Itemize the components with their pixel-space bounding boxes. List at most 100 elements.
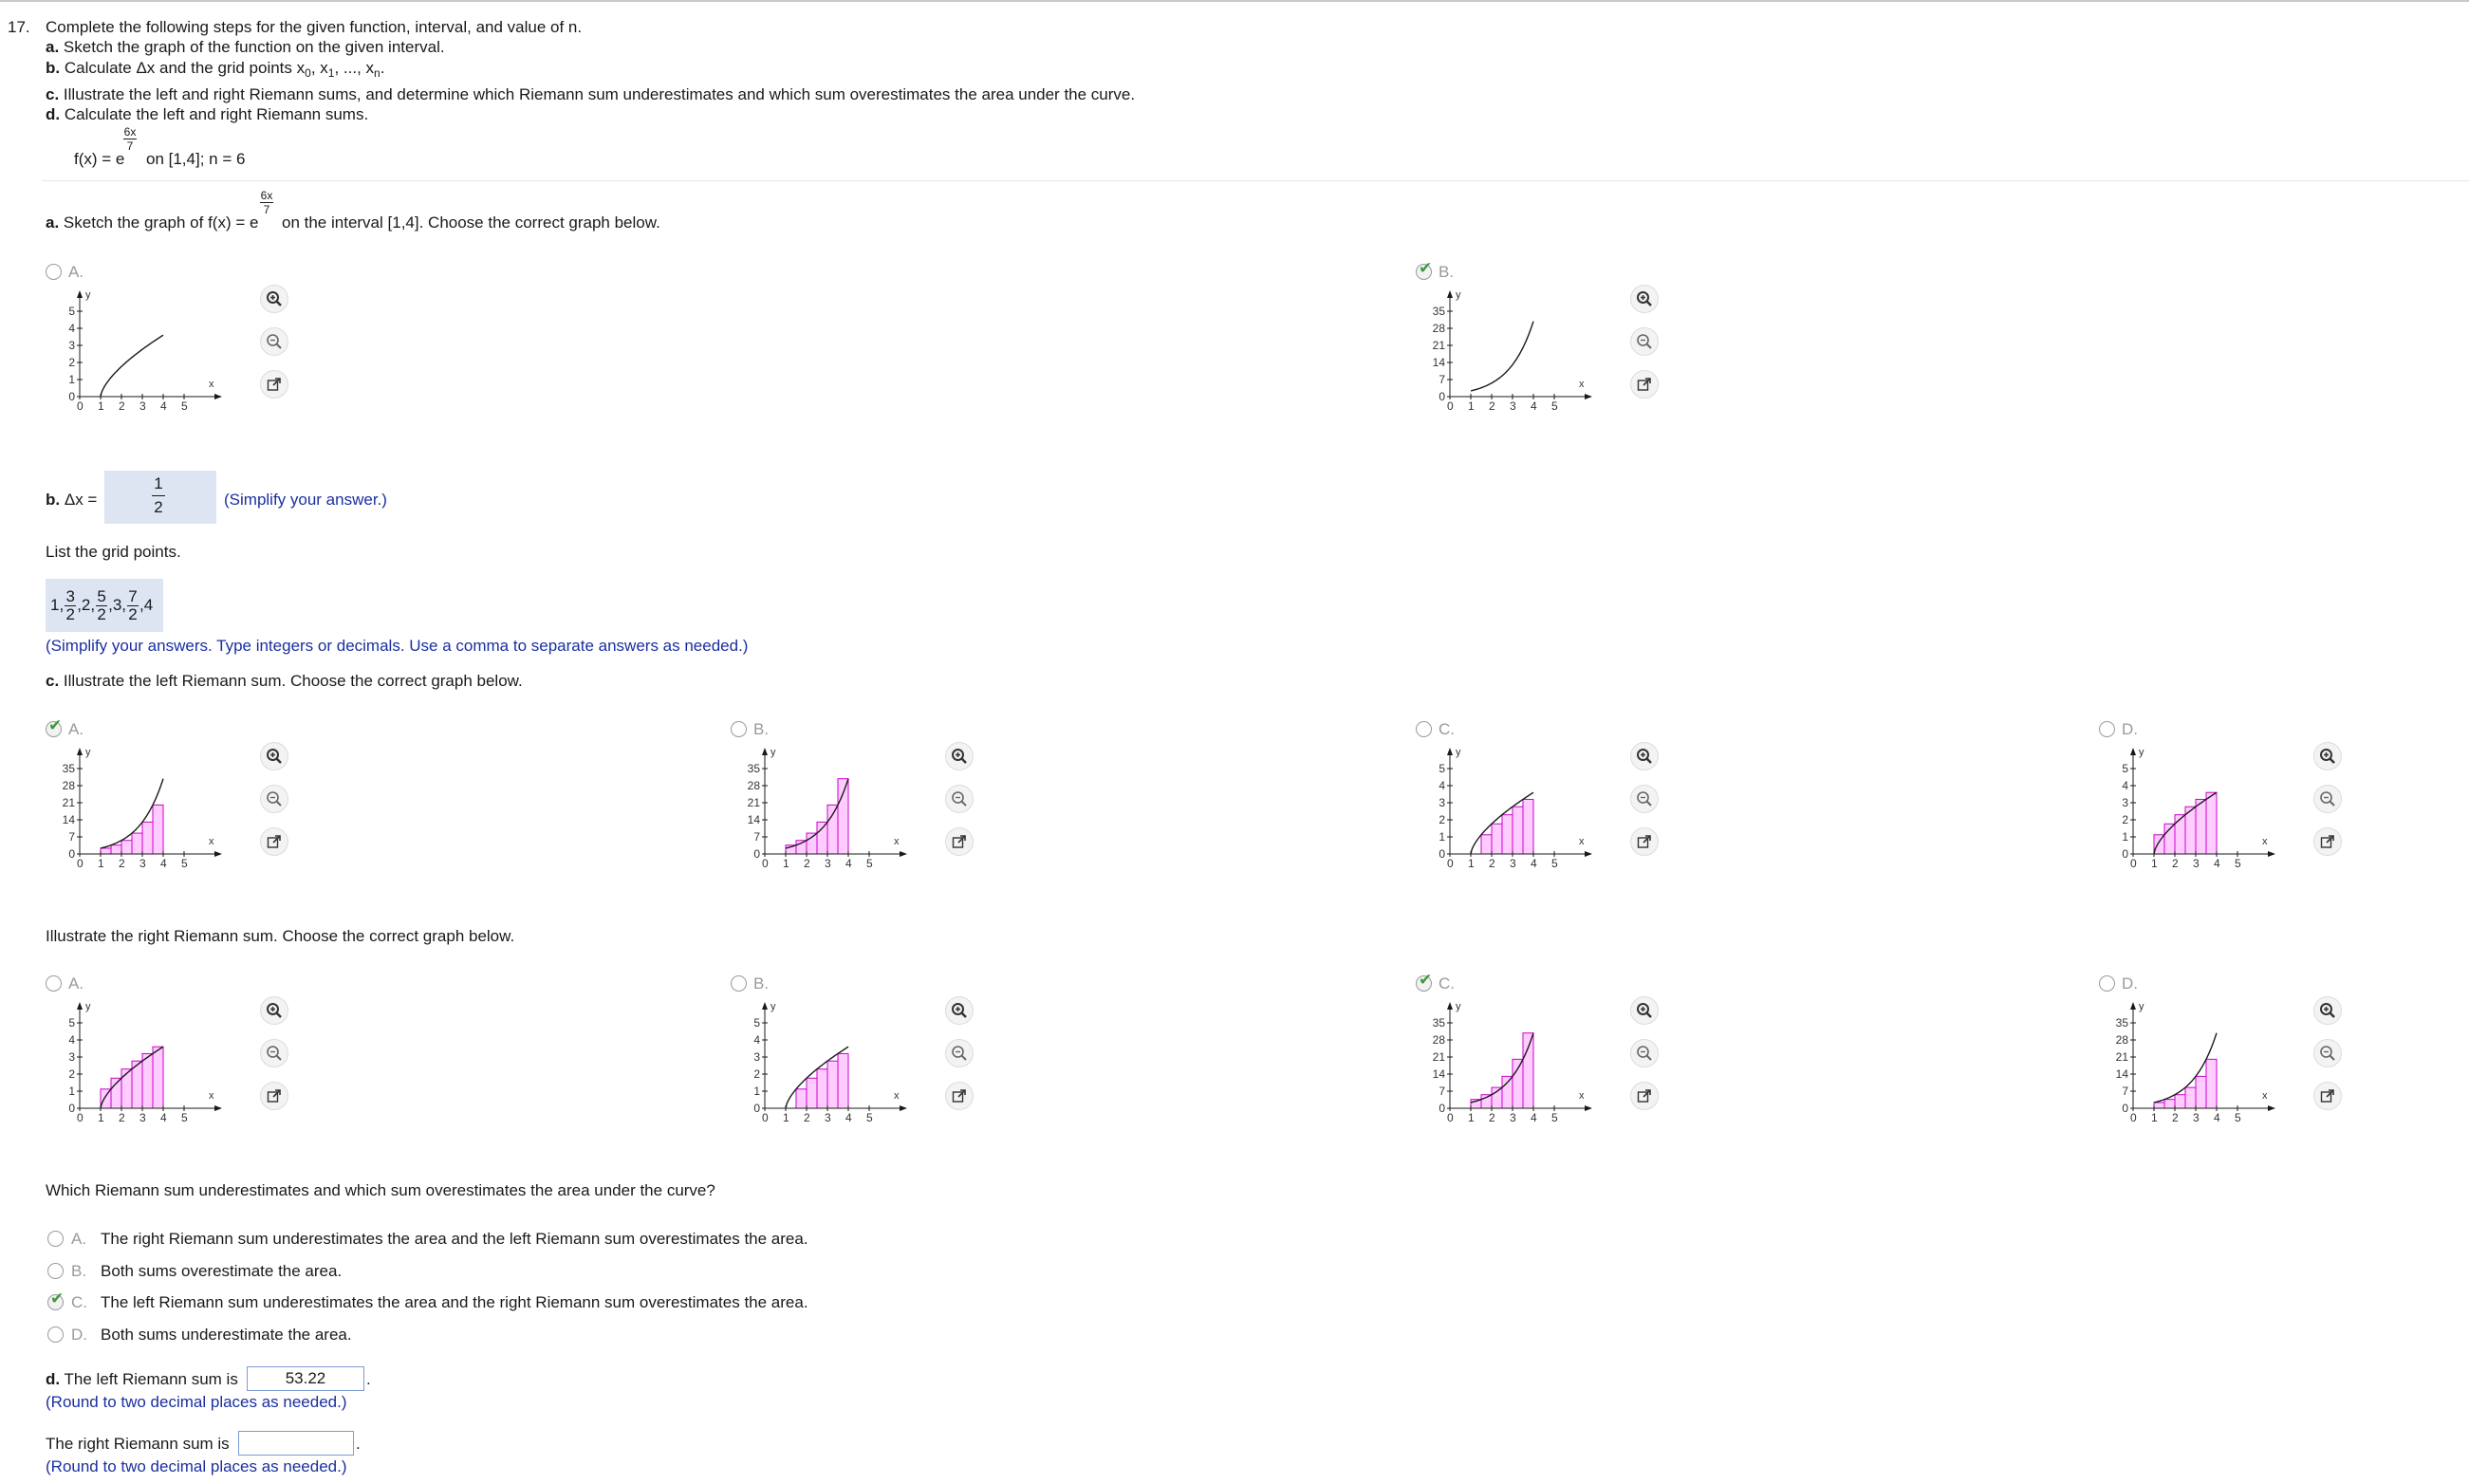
riemann-rect xyxy=(1512,806,1524,855)
part-a-option-a-letter: A. xyxy=(68,263,84,281)
y-axis-arrow xyxy=(1447,290,1453,298)
compare-option-radio[interactable] xyxy=(47,1263,64,1279)
x-tick-label: 2 xyxy=(1489,857,1495,870)
y-tick-label: 4 xyxy=(68,1033,75,1047)
left-sum-option-a-radio[interactable] xyxy=(46,716,62,737)
open-new-window-icon[interactable] xyxy=(1630,1082,1659,1110)
open-new-window-icon[interactable] xyxy=(1630,370,1659,399)
compare-option-letter: C. xyxy=(71,1293,87,1311)
right-sum-input[interactable] xyxy=(238,1431,354,1456)
left-sum-option-c-radio[interactable] xyxy=(1416,721,1432,737)
zoom-out-icon[interactable] xyxy=(945,1039,974,1067)
y-tick-label: 1 xyxy=(753,1085,760,1098)
y-axis-label: y xyxy=(85,1001,91,1012)
open-new-window-icon[interactable] xyxy=(260,1082,288,1110)
x-axis-arrow xyxy=(2268,851,2275,857)
zoom-out-icon[interactable] xyxy=(260,785,288,813)
part-a-prompt-post: on the interval [1,4]. Choose the correc… xyxy=(282,213,660,232)
compare-option-text[interactable]: Both sums underestimate the area. xyxy=(101,1326,352,1345)
open-new-window-icon[interactable] xyxy=(1630,827,1659,856)
zoom-in-icon[interactable] xyxy=(1630,996,1659,1025)
zoom-in-icon[interactable] xyxy=(945,742,974,770)
right-sum-option-b-radio[interactable] xyxy=(731,975,747,992)
open-new-window-icon[interactable] xyxy=(945,1082,974,1110)
y-tick-label: 0 xyxy=(2122,847,2128,861)
riemann-rect xyxy=(1501,1075,1513,1109)
x-tick-label: 4 xyxy=(1531,857,1537,870)
open-new-window-icon[interactable] xyxy=(260,827,288,856)
open-new-window-icon[interactable] xyxy=(2313,827,2342,856)
part-a-option-b-graph: yx0 1 2 3 4 53528211470 xyxy=(1433,289,1592,413)
open-new-window-icon[interactable] xyxy=(945,827,974,856)
y-axis-label: y xyxy=(85,289,91,301)
zoom-in-icon[interactable] xyxy=(260,285,288,313)
grid-point-text: 1, xyxy=(50,596,65,614)
x-tick-label: 0 xyxy=(762,1111,769,1124)
compare-option-radio[interactable] xyxy=(47,1326,64,1343)
y-tick-label: 0 xyxy=(68,1102,75,1115)
x-axis-label: x xyxy=(209,1090,214,1102)
zoom-out-icon[interactable] xyxy=(2313,1039,2342,1067)
zoom-out-icon[interactable] xyxy=(2313,785,2342,813)
y-tick-label: 21 xyxy=(1433,1050,1446,1064)
open-new-window-icon[interactable] xyxy=(260,370,288,399)
right-sum-option-d-radio[interactable] xyxy=(2099,975,2115,992)
zoom-out-icon[interactable] xyxy=(1630,1039,1659,1067)
zoom-in-icon[interactable] xyxy=(1630,285,1659,313)
y-tick-label: 3 xyxy=(68,1050,75,1064)
function-lhs: f(x) = e xyxy=(74,150,125,168)
zoom-out-icon[interactable] xyxy=(1630,785,1659,813)
x-axis-arrow xyxy=(2268,1105,2275,1111)
x-tick-label: 2 xyxy=(2172,1111,2179,1124)
compare-option-radio[interactable] xyxy=(47,1231,64,1247)
left-sum-period: . xyxy=(366,1370,371,1388)
right-sum-option-a-letter: A. xyxy=(68,974,84,992)
left-sum-option-d-radio[interactable] xyxy=(2099,721,2115,737)
x-tick-label: 4 xyxy=(845,857,852,870)
zoom-out-icon[interactable] xyxy=(260,327,288,356)
right-sum-hint: (Round to two decimal places as needed.) xyxy=(46,1457,347,1475)
part-a-option-a-radio[interactable] xyxy=(46,264,62,280)
zoom-out-icon[interactable] xyxy=(945,785,974,813)
x-axis-label: x xyxy=(209,379,214,390)
riemann-rect xyxy=(2205,1058,2218,1109)
right-sum-option-c-radio[interactable] xyxy=(1416,971,1432,992)
x-tick-label: 0 xyxy=(1447,857,1454,870)
y-axis-arrow xyxy=(2130,1002,2136,1010)
right-sum-option-a-radio[interactable] xyxy=(46,975,62,992)
left-sum-option-b-radio[interactable] xyxy=(731,721,747,737)
zoom-in-icon[interactable] xyxy=(2313,742,2342,770)
right-sum-option-a-graph: yx0 1 2 3 4 5543210 xyxy=(68,1001,222,1124)
x-tick-label: 1 xyxy=(2151,1111,2158,1124)
x-axis-arrow xyxy=(1585,394,1592,399)
compare-option-text[interactable]: The right Riemann sum underestimates the… xyxy=(101,1230,808,1249)
zoom-in-icon[interactable] xyxy=(2313,996,2342,1025)
right-sum-option-d-letter: D. xyxy=(2122,974,2138,992)
zoom-in-icon[interactable] xyxy=(1630,742,1659,770)
y-axis-label: y xyxy=(770,1001,776,1012)
riemann-rect xyxy=(2153,1102,2165,1109)
zoom-in-icon[interactable] xyxy=(945,996,974,1025)
y-axis-label: y xyxy=(85,747,91,758)
riemann-rect xyxy=(795,1088,808,1109)
compare-option-text[interactable]: The left Riemann sum underestimates the … xyxy=(101,1293,808,1312)
compare-option-radio[interactable] xyxy=(47,1289,64,1310)
part-a-option-b-radio[interactable] xyxy=(1416,259,1432,280)
x-axis-label: x xyxy=(1579,379,1585,390)
x-tick-label: 3 xyxy=(139,857,146,870)
x-tick-label: 1 xyxy=(98,857,104,870)
part-b-dx-label: b. Δx = xyxy=(46,491,98,509)
y-tick-label: 0 xyxy=(68,390,75,403)
y-tick-label: 2 xyxy=(1439,813,1445,826)
left-sum-input[interactable]: 53.22 xyxy=(247,1366,364,1391)
zoom-out-icon[interactable] xyxy=(1630,327,1659,356)
y-tick-label: 35 xyxy=(1433,1016,1446,1030)
open-new-window-icon[interactable] xyxy=(2313,1082,2342,1110)
zoom-in-icon[interactable] xyxy=(260,742,288,770)
y-tick-label: 5 xyxy=(753,1016,760,1030)
zoom-in-icon[interactable] xyxy=(260,996,288,1025)
zoom-out-icon[interactable] xyxy=(260,1039,288,1067)
y-tick-label: 4 xyxy=(68,322,75,335)
y-tick-label: 3 xyxy=(1439,796,1445,809)
compare-option-text[interactable]: Both sums overestimate the area. xyxy=(101,1262,342,1281)
